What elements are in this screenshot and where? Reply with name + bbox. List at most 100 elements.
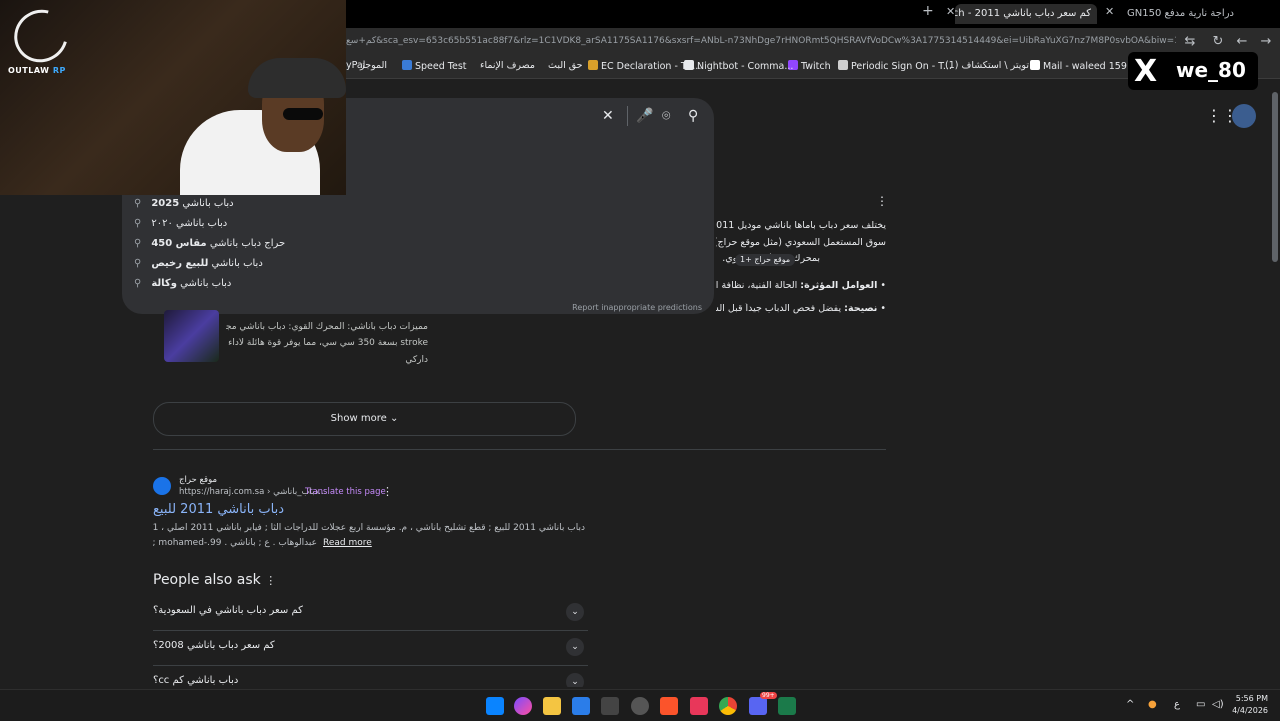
bookmark-label: مصرف الإنماء [480, 60, 535, 71]
result-title-link[interactable]: دباب باناشي 2011 للبيع [153, 502, 284, 517]
store-icon[interactable] [572, 697, 590, 715]
brave-icon[interactable] [660, 697, 678, 715]
card-thumbnail[interactable] [164, 310, 219, 362]
close-icon[interactable]: ✕ [1105, 5, 1114, 18]
reload-icon[interactable]: ↻ [1210, 34, 1226, 50]
copilot-icon[interactable] [514, 697, 532, 715]
bookmark-item[interactable]: EC Declaration - TA... [588, 60, 701, 72]
clock[interactable]: 5:56 PM 4/4/2026 [1232, 693, 1268, 717]
suggestion-item[interactable]: ⚲ دباب باناشي للبيع رخيص [134, 258, 263, 276]
bookmark-item[interactable]: Speed Test [402, 60, 467, 72]
bookmark-label: EC Declaration - TA... [601, 61, 702, 72]
suggestion-bold: 2025 [151, 198, 180, 209]
close-icon[interactable]: ✕ [946, 5, 955, 18]
clear-icon[interactable]: ✕ [602, 108, 614, 124]
more-options-icon[interactable]: ⋮ [382, 485, 393, 498]
new-tab-button[interactable]: + [922, 3, 934, 19]
chevron-down-icon[interactable]: ⌄ [566, 673, 584, 687]
paa-question[interactable]: كم سعر دباب باناشي 2008؟ ⌄ [153, 630, 588, 666]
card-text: stroke بسعة 350 سي سي، مما يوفر قوة هائل… [226, 338, 428, 348]
volume-icon[interactable]: ◁) [1212, 699, 1224, 710]
read-more-link[interactable]: Read more [323, 538, 372, 548]
address-bar[interactable]: كم+سع&sca_esv=653c65b551ac88f7&rlz=1C1VD… [346, 36, 1176, 46]
bookmark-item[interactable]: yPal [346, 60, 365, 71]
suggestion-bold: وكالة [151, 278, 177, 289]
chevron-down-icon[interactable]: ⌄ [566, 638, 584, 656]
logo-suffix: RP [52, 66, 66, 75]
bookmark-label: Speed Test [415, 61, 467, 72]
suggestion-item[interactable]: ⚲ دباب باناشي ٢٠٢٠ [134, 218, 227, 236]
excel-icon[interactable] [778, 697, 796, 715]
bookmark-label: (1) تويتر \ استكشاف [945, 60, 1029, 71]
search-icon: ⚲ [134, 278, 142, 289]
more-options-icon[interactable]: ⋮ [265, 574, 276, 587]
network-icon[interactable]: ▭ [1196, 699, 1205, 710]
ai-bullet: • العوامل المؤثرة: الحالة الفنية، نظافة … [716, 280, 886, 291]
app-icon[interactable] [601, 697, 619, 715]
suggestion-item[interactable]: ⚲ دباب باناشي 2025 [134, 198, 234, 216]
ai-overview-line: يختلف سعر دباب باماها باناشي موديل 2011 … [716, 220, 886, 231]
webcam-overlay: OUTLAW RP [0, 0, 346, 195]
paa-question[interactable]: دباب باناشي كم cc؟ ⌄ [153, 665, 588, 687]
outlaw-logo-mark [4, 0, 78, 73]
paa-question[interactable]: كم سعر دباب باناشي في السعودية؟ ⌄ [153, 595, 588, 631]
search-icon: ⚲ [134, 198, 142, 209]
card-text: مميزات دباب باناشي: المحرك القوي: دباب ب… [226, 322, 428, 332]
obs-icon[interactable] [631, 697, 649, 715]
avatar[interactable] [1232, 104, 1256, 128]
bookmark-item[interactable]: Mail - waleed 159 -... [1030, 60, 1142, 72]
clock-date: 4/4/2026 [1232, 706, 1268, 715]
more-options-icon[interactable]: ⋮ [876, 194, 888, 208]
scrollbar-thumb[interactable] [1272, 92, 1278, 262]
bookmark-item[interactable]: حق البث [548, 60, 583, 71]
card-source[interactable]: داركي [388, 355, 428, 365]
translate-link[interactable]: Translate this page [305, 487, 386, 497]
tab-gn150[interactable]: دراجة نارية مدفع GN150 لون احـ [1124, 4, 1234, 24]
suggestion-text: دباب باناشي [179, 198, 234, 209]
paa-title-text: People also ask [153, 572, 261, 588]
x-logo-icon: X [1134, 54, 1158, 89]
bookmark-label: Twitch [801, 61, 831, 72]
tab-search[interactable]: كم سعر دباب باناشي 2011 - Search [955, 4, 1097, 24]
back-icon[interactable]: ← [1234, 34, 1250, 50]
streamer-glasses [283, 108, 323, 120]
language-indicator[interactable]: ع [1174, 699, 1180, 710]
search-icon: ⚲ [134, 238, 142, 249]
camera-icon[interactable]: ⌾ [662, 108, 670, 124]
bookmark-item[interactable]: (1) تويتر \ استكشاف [945, 60, 1029, 71]
suggestion-item[interactable]: ⚲ حراج دباب باناشي مقاس 450 [134, 238, 285, 256]
suggestion-item[interactable]: ⚲ دباب باناشي وكالة [134, 278, 231, 296]
search-icon[interactable]: ⚲ [688, 108, 698, 124]
result-site-name: موقع حراج [179, 475, 218, 485]
bullet-heading: نصيحة: [844, 303, 878, 314]
taskbar: 99+ ^ ● ع ▭ ◁) 5:56 PM 4/4/2026 [0, 689, 1280, 721]
bullet-heading: العوامل المؤثرة: [800, 280, 878, 291]
notification-badge: 99+ [760, 692, 777, 699]
bookmark-label: yPal [346, 60, 366, 71]
chrome-icon[interactable] [719, 697, 737, 715]
mic-icon[interactable]: ● [1148, 699, 1157, 710]
suggestion-text: دباب باناشي [176, 278, 232, 289]
bookmark-item[interactable]: مصرف الإنماء [480, 60, 535, 71]
forward-icon[interactable]: → [1258, 34, 1274, 50]
windows-start-icon[interactable] [486, 697, 504, 715]
outlaw-logo: OUTLAW RP [4, 0, 78, 75]
mic-icon[interactable]: 🎤 [636, 108, 653, 124]
bookmark-item[interactable]: Periodic Sign On - T... [838, 60, 952, 72]
outlaw-logo-text: OUTLAW RP [8, 66, 68, 75]
site-favicon [153, 477, 171, 495]
bookmark-label: Nightbot - Comma... [697, 61, 794, 72]
source-chip[interactable]: موقع حراج +1 [735, 254, 796, 266]
file-explorer-icon[interactable] [543, 697, 561, 715]
app-icon[interactable] [690, 697, 708, 715]
bookmark-item[interactable]: Twitch [788, 60, 831, 72]
show-more-button[interactable]: Show more ⌄ [153, 402, 576, 436]
bookmark-label: Periodic Sign On - T... [851, 61, 952, 72]
customize-icon[interactable]: ⇆ [1182, 34, 1198, 50]
apps-grid-icon[interactable]: ⋮⋮ [1206, 108, 1238, 124]
report-predictions-link[interactable]: Report inappropriate predictions [572, 303, 702, 312]
chevron-down-icon[interactable]: ⌄ [566, 603, 584, 621]
chevron-up-icon[interactable]: ^ [1126, 699, 1134, 710]
discord-icon[interactable] [749, 697, 767, 715]
bullet-text: الحالة الفنية، نظافة البودي، ت [716, 280, 798, 291]
